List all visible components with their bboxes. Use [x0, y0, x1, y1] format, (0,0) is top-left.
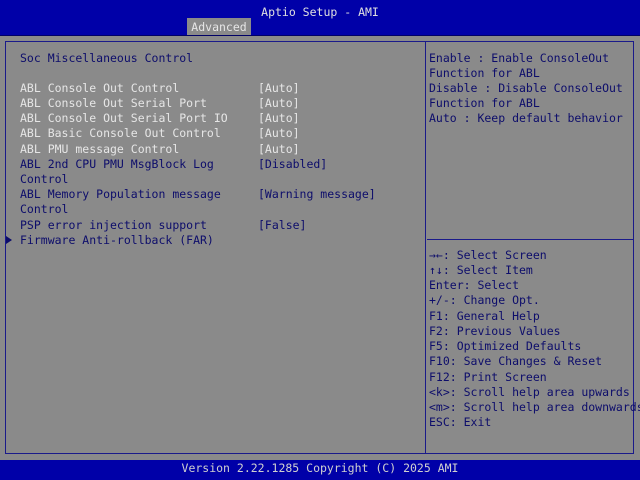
key-help-scroll-up: <k>: Scroll help area upwards	[429, 385, 630, 399]
setting-abl-console-out-control-label[interactable]: ABL Console Out Control	[20, 81, 179, 96]
setting-abl-memory-population-value[interactable]: [Warning message]	[258, 187, 376, 202]
help-line: Auto : Keep default behavior	[429, 111, 623, 125]
key-help-esc: ESC: Exit	[429, 415, 492, 429]
setting-abl-console-out-serial-port-io-label[interactable]: ABL Console Out Serial Port IO	[20, 111, 228, 126]
help-line: Disable : Disable ConsoleOut	[429, 81, 623, 95]
setting-abl-console-out-serial-port-label[interactable]: ABL Console Out Serial Port	[20, 96, 207, 111]
setting-abl-basic-console-out-control-value[interactable]: [Auto]	[258, 126, 300, 141]
setting-abl-pmu-message-control-value[interactable]: [Auto]	[258, 142, 300, 157]
setting-abl-basic-console-out-control-label[interactable]: ABL Basic Console Out Control	[20, 126, 221, 141]
section-title: Soc Miscellaneous Control	[20, 51, 194, 65]
setting-abl-console-out-serial-port-io-value[interactable]: [Auto]	[258, 111, 300, 126]
submenu-arrow-icon	[6, 236, 12, 244]
key-help-select-screen: →←: Select Screen	[429, 248, 547, 262]
setting-abl-console-out-control-value[interactable]: [Auto]	[258, 81, 300, 96]
key-help-scroll-down: <m>: Scroll help area downwards	[429, 400, 640, 414]
key-help-f12: F12: Print Screen	[429, 370, 547, 384]
setting-abl-memory-population-label-line2[interactable]: Control	[20, 202, 68, 217]
setting-abl-memory-population-label-line1[interactable]: ABL Memory Population message	[20, 187, 221, 202]
setting-abl-2nd-cpu-pmu-label-line2[interactable]: Control	[20, 172, 68, 187]
key-help-f2: F2: Previous Values	[429, 324, 561, 338]
key-help-change-opt: +/-: Change Opt.	[429, 293, 540, 307]
setting-abl-2nd-cpu-pmu-label-line1[interactable]: ABL 2nd CPU PMU MsgBlock Log	[20, 157, 214, 172]
setting-abl-2nd-cpu-pmu-value[interactable]: [Disabled]	[258, 157, 327, 172]
panel-divider	[425, 42, 426, 453]
key-help-f1: F1: General Help	[429, 309, 540, 323]
setting-abl-console-out-serial-port-value[interactable]: [Auto]	[258, 96, 300, 111]
key-help-enter: Enter: Select	[429, 278, 520, 292]
key-help-select-item: ↑↓: Select Item	[429, 263, 533, 277]
title-bar: Aptio Setup - AMI Advanced	[0, 0, 640, 36]
help-line: Function for ABL	[429, 96, 540, 110]
version-text: Version 2.22.1285 Copyright (C) 2025 AMI	[181, 461, 459, 475]
tab-advanced[interactable]: Advanced	[187, 18, 251, 35]
footer-bar: Version 2.22.1285 Copyright (C) 2025 AMI	[0, 460, 640, 480]
setting-abl-pmu-message-control-label[interactable]: ABL PMU message Control	[20, 142, 179, 157]
submenu-firmware-anti-rollback[interactable]: Firmware Anti-rollback (FAR)	[20, 233, 214, 248]
help-line: Function for ABL	[429, 66, 540, 80]
help-divider	[427, 239, 633, 240]
key-help-f10: F10: Save Changes & Reset	[429, 354, 603, 368]
setting-psp-error-injection-label[interactable]: PSP error injection support	[20, 218, 207, 233]
setting-psp-error-injection-value[interactable]: [False]	[258, 218, 306, 233]
key-help-f5: F5: Optimized Defaults	[429, 339, 582, 353]
window-title: Aptio Setup - AMI	[261, 5, 379, 19]
help-line: Enable : Enable ConsoleOut	[429, 51, 610, 65]
